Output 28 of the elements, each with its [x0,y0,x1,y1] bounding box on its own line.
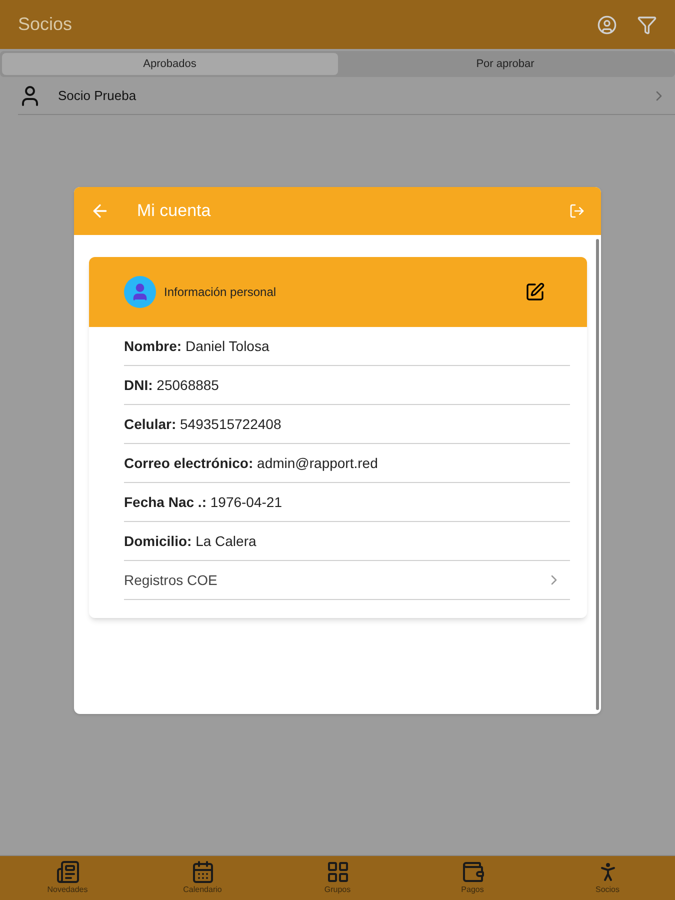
filter-icon[interactable] [637,14,657,34]
wallet-icon [460,860,484,884]
dialog-title: Mi cuenta [137,200,211,222]
nav-item[interactable]: Grupos [270,856,405,900]
edit-icon[interactable] [525,282,545,302]
tab[interactable]: Aprobados [2,53,338,75]
tab[interactable]: Por aprobar [338,53,673,75]
member-name: Socio Prueba [58,86,136,105]
nav-item[interactable]: Pagos [405,856,540,900]
nav-item[interactable]: Calendario [135,856,270,900]
field-text: Celular: 5493515722408 [124,414,282,434]
nav-item[interactable]: Socios [540,856,675,900]
link-row[interactable]: Registros COE [124,561,570,600]
field-text: Correo electrónico: admin@rapport.red [124,454,378,473]
field-text: Fecha Nac .: 1976-04-21 [124,492,282,512]
member-row[interactable]: Socio Prueba [18,77,675,115]
profile-icon [124,276,156,308]
newspaper-icon [56,860,80,884]
calendar-icon [190,860,214,884]
field-text: Domicilio: La Calera [124,532,256,550]
account-icon[interactable] [597,14,617,34]
grid-icon [326,860,350,884]
field-text: Nombre: Daniel Tolosa [124,336,270,356]
nav-item[interactable]: Novedades [0,856,135,900]
field-text: DNI: 25068885 [124,376,219,394]
app-title: Socios [18,13,72,36]
logout-icon[interactable] [569,203,585,219]
card-title: Información personal [164,284,276,301]
